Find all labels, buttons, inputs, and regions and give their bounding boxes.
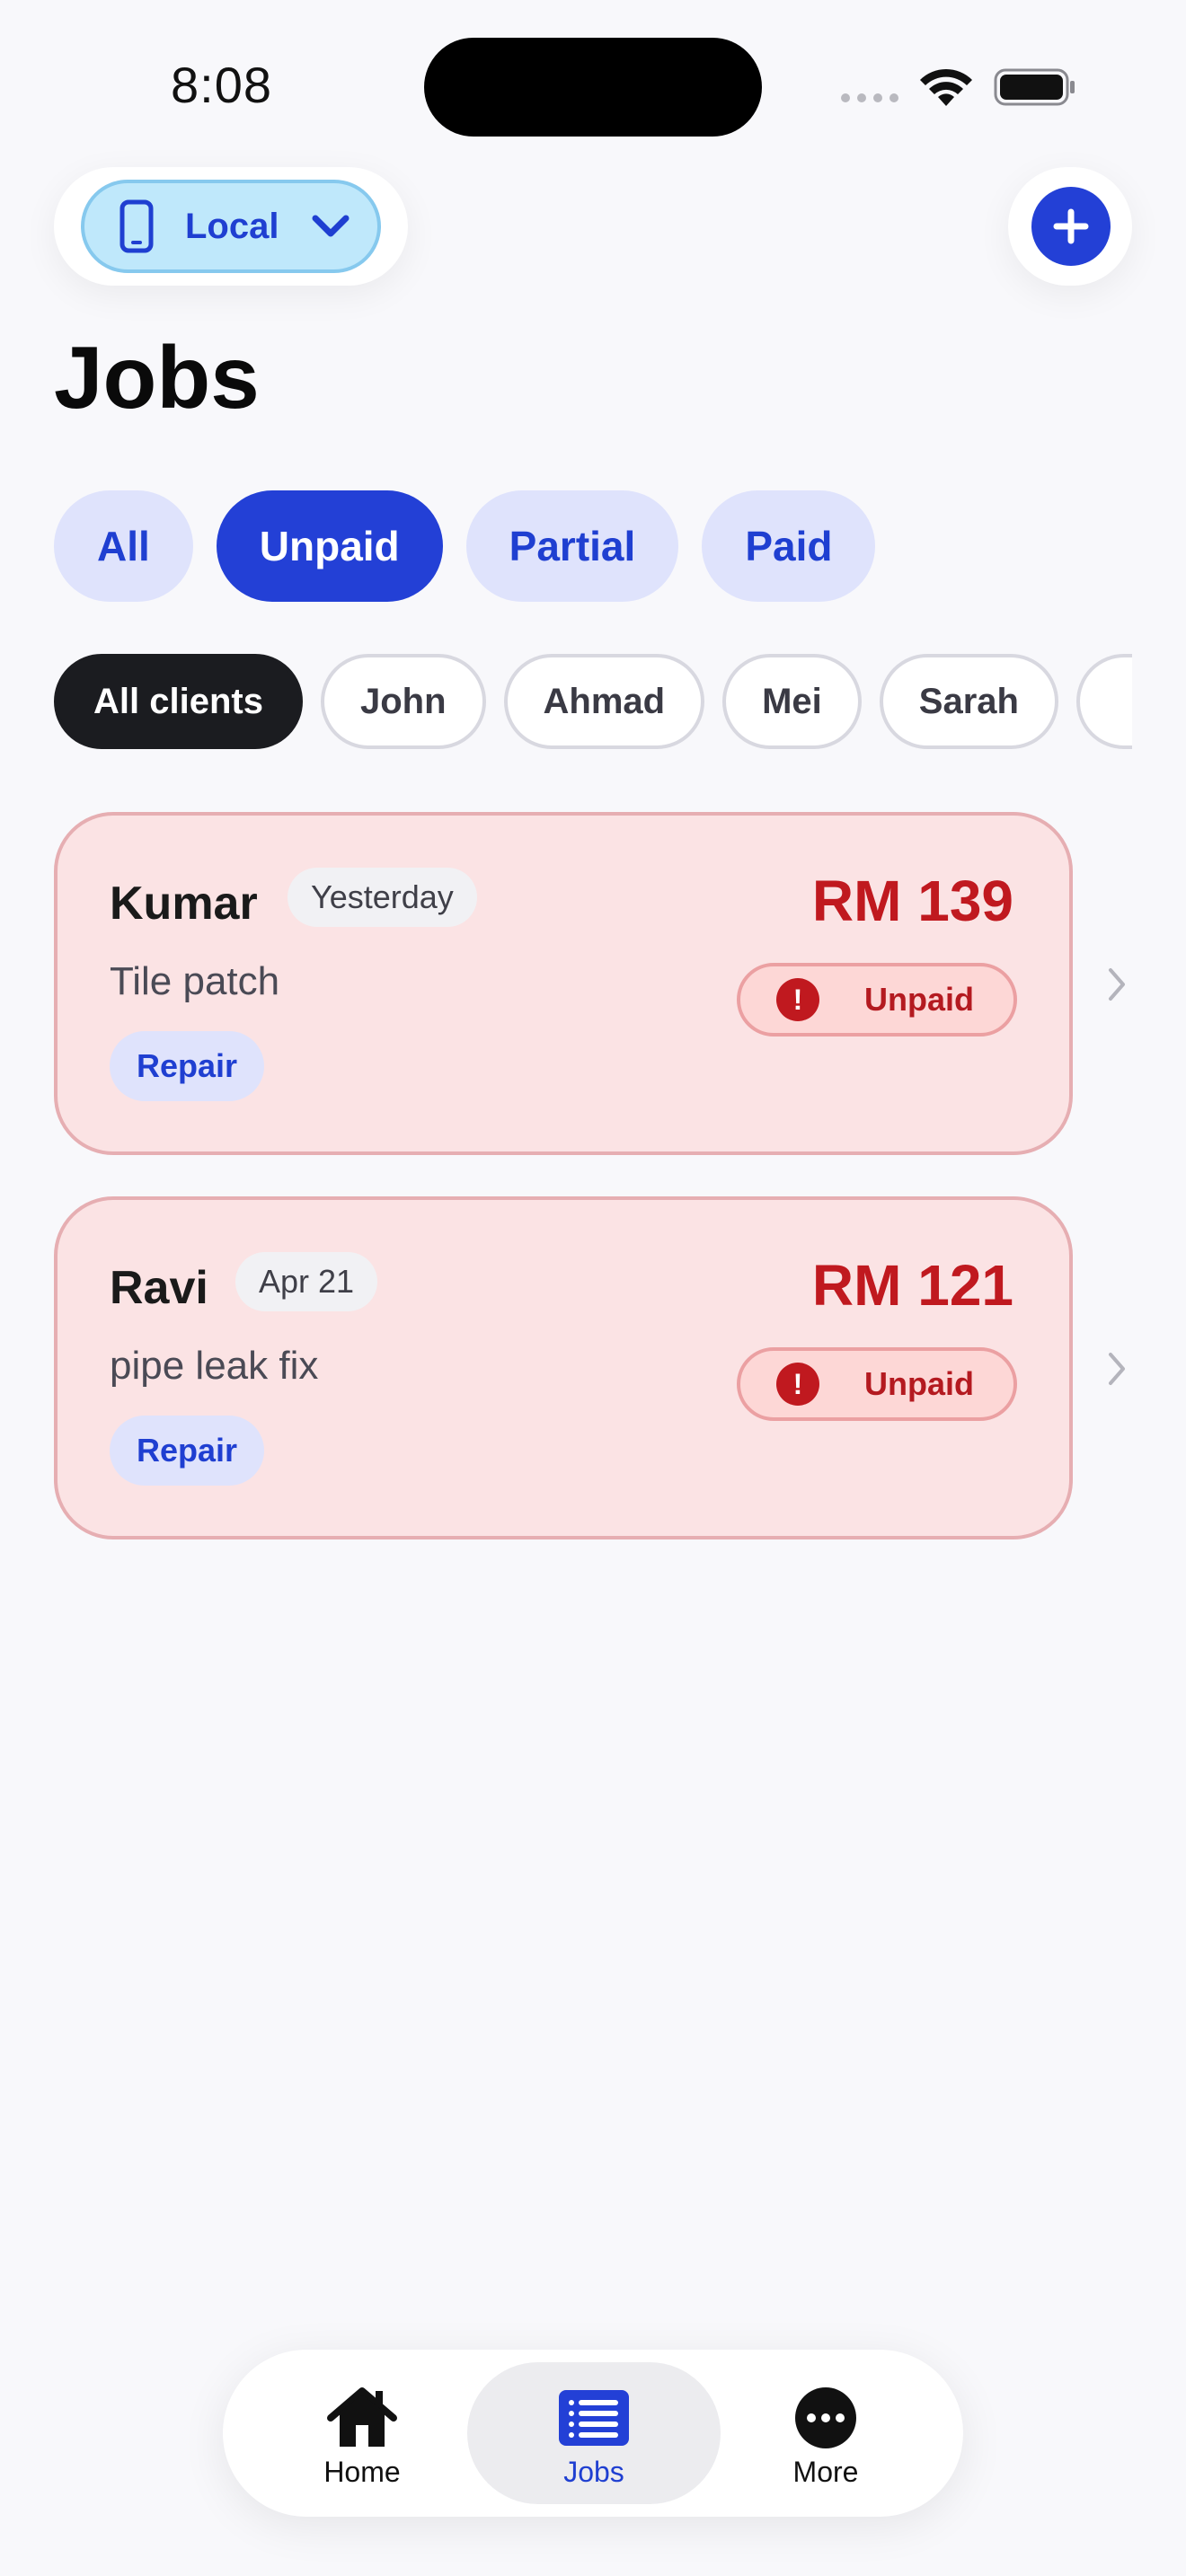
tab-label: Home [323, 2456, 401, 2488]
phone-icon [119, 199, 154, 253]
tab-home[interactable]: Home [235, 2362, 489, 2504]
job-description: pipe leak fix [110, 1344, 319, 1388]
wifi-icon [920, 68, 972, 106]
list-icon [559, 2390, 629, 2446]
job-client-name: Ravi [110, 1262, 208, 1314]
tab-more[interactable]: More [699, 2362, 952, 2504]
client-filter-john[interactable]: John [320, 654, 486, 749]
tab-jobs[interactable]: Jobs [467, 2362, 721, 2504]
payment-status-label: Unpaid [864, 981, 974, 1018]
mode-selector-button[interactable]: Local [81, 180, 381, 273]
chevron-right-icon[interactable] [1107, 1351, 1127, 1387]
job-amount: RM 121 [811, 1253, 1013, 1318]
page-title: Jobs [54, 328, 260, 427]
payment-status-badge: ! Unpaid [737, 1347, 1017, 1421]
chevron-right-icon[interactable] [1107, 966, 1127, 1002]
client-filter-sarah[interactable]: Sarah [879, 654, 1058, 749]
dynamic-island [424, 38, 762, 137]
tab-bar: Home Jobs More [223, 2350, 963, 2517]
exclamation-circle-icon: ! [776, 978, 819, 1021]
client-filter-all[interactable]: All clients [54, 654, 303, 749]
client-filter-strip[interactable]: All clients John Ahmad Mei Sarah [54, 654, 1132, 753]
client-filter-more[interactable] [1075, 654, 1132, 749]
job-date-chip: Yesterday [288, 868, 477, 927]
add-job-button[interactable] [1031, 187, 1111, 266]
exclamation-circle-icon: ! [776, 1363, 819, 1406]
mode-selector-label: Local [185, 206, 279, 246]
job-card[interactable]: Kumar Yesterday Tile patch Repair RM 139… [54, 812, 1073, 1155]
job-date-chip: Apr 21 [235, 1252, 378, 1311]
battery-icon [994, 68, 1075, 106]
house-icon [327, 2387, 397, 2447]
tab-label: More [792, 2456, 859, 2488]
client-filter-mei[interactable]: Mei [722, 654, 862, 749]
status-filter-all[interactable]: All [54, 490, 193, 602]
plus-icon [1053, 208, 1089, 244]
tab-label: Jobs [563, 2456, 624, 2488]
job-tag: Repair [110, 1031, 265, 1101]
status-filter-unpaid[interactable]: Unpaid [216, 490, 443, 602]
status-time: 8:08 [171, 57, 272, 113]
client-filter-ahmad[interactable]: Ahmad [503, 654, 705, 749]
job-client-name: Kumar [110, 878, 258, 930]
mode-selector-container: Local [54, 167, 408, 286]
status-filter-paid[interactable]: Paid [702, 490, 876, 602]
job-amount: RM 139 [811, 869, 1013, 933]
add-job-container [1008, 167, 1132, 286]
status-filter-partial[interactable]: Partial [465, 490, 679, 602]
payment-status-label: Unpaid [864, 1365, 974, 1402]
payment-status-badge: ! Unpaid [737, 963, 1017, 1037]
cellular-signal-icon [841, 93, 898, 102]
job-tag: Repair [110, 1416, 265, 1486]
ellipsis-icon [795, 2387, 856, 2448]
chevron-down-icon [312, 215, 350, 237]
job-description: Tile patch [110, 959, 280, 1003]
job-card[interactable]: Ravi Apr 21 pipe leak fix Repair RM 121 … [54, 1196, 1073, 1539]
status-filter-group: All Unpaid Partial Paid [54, 490, 876, 602]
